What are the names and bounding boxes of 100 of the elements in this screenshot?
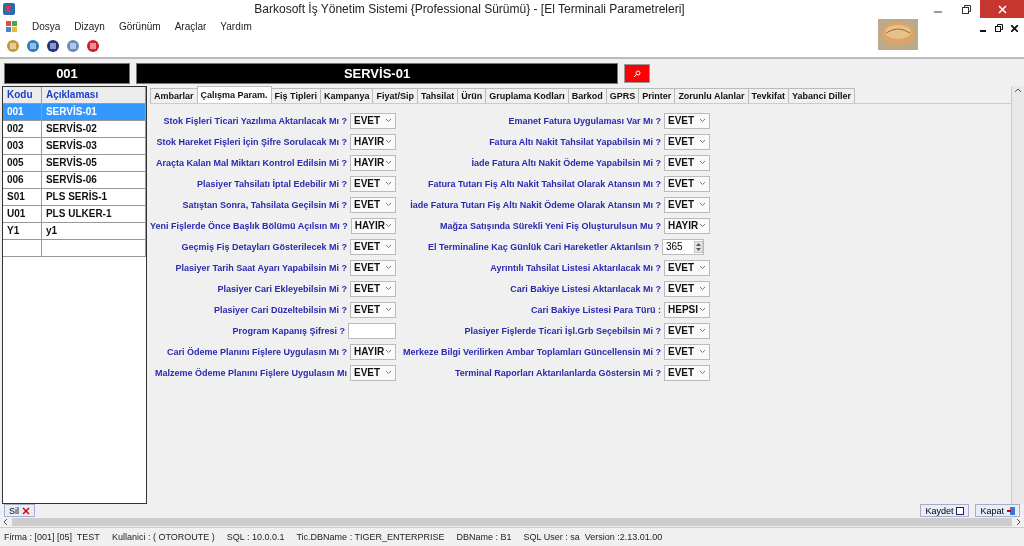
tab[interactable]: Fiyat/Sip	[372, 88, 418, 103]
chevron-down-icon	[385, 265, 392, 270]
table-cell[interactable]: y1	[41, 223, 146, 239]
tab[interactable]: Çalışma Param.	[196, 86, 272, 103]
tab[interactable]: Ambarlar	[150, 88, 198, 103]
menu-item[interactable]: Araçlar	[174, 21, 207, 32]
column-header[interactable]: Kodu	[3, 87, 42, 103]
table-cell[interactable]: Y1	[3, 223, 42, 239]
menu-item[interactable]: Dizayn	[74, 21, 105, 32]
scroll-right-icon[interactable]	[1016, 518, 1022, 526]
tab[interactable]: Kampanya	[319, 88, 374, 103]
scroll-left-icon[interactable]	[2, 518, 8, 526]
name-display: SERVİS-01	[136, 63, 618, 84]
chevron-down-icon	[699, 286, 706, 291]
parameter-label: Plasiyer Cari Ekleyebilsin Mi ?	[217, 283, 347, 294]
dropdown[interactable]: EVET	[664, 133, 710, 150]
dropdown[interactable]: HEPSI	[664, 301, 710, 318]
dropdown[interactable]: HAYIR	[350, 133, 396, 150]
chevron-down-icon	[385, 160, 392, 165]
dropdown[interactable]: HAYIR	[350, 217, 396, 234]
number-field[interactable]: 365	[662, 238, 704, 255]
parameter-label: Geçmiş Fiş Detayları Gösterilecek Mi ?	[181, 241, 347, 252]
chevron-down-icon	[385, 349, 392, 354]
app-logo-icon	[3, 3, 15, 15]
chevron-down-icon	[699, 139, 706, 144]
close-icon[interactable]	[1011, 24, 1018, 32]
dropdown[interactable]: EVET	[664, 112, 710, 129]
parameter-label: Yeni Fişlerde Önce Başlık Bölümü Açılsın Mı ?	[150, 220, 348, 231]
table-cell[interactable]: S01	[3, 189, 42, 205]
parameter-label: Cari Bakiye Listesi Para Türü :	[530, 304, 661, 315]
dropdown[interactable]: EVET	[350, 238, 396, 255]
table-cell[interactable]: 005	[3, 155, 42, 171]
table-cell[interactable]: 003	[3, 138, 42, 154]
search-button[interactable]	[624, 64, 650, 83]
parameter-label: Stok Fişleri Ticari Yazılıma Aktarılacak Mı ?	[163, 115, 347, 126]
dropdown[interactable]: EVET	[350, 112, 396, 129]
table-cell[interactable]: PLS ULKER-1	[41, 206, 146, 222]
parameter-label: Araçta Kalan Mal Miktarı Kontrol Edilsin Mi ?	[155, 157, 347, 168]
status-text: SQL : 10.0.0.1	[226, 532, 285, 542]
spinner-icon	[694, 240, 703, 253]
vertical-scrollbar[interactable]	[1011, 86, 1024, 504]
close-form-button[interactable]: Kapat	[975, 504, 1020, 517]
delete-button[interactable]: Sil	[4, 504, 35, 517]
column-header[interactable]: Açıklaması	[41, 87, 146, 103]
table-cell[interactable]: PLS SERİS-1	[41, 189, 146, 205]
dropdown[interactable]: HAYIR	[664, 217, 710, 234]
parameter-label: Satıştan Sonra, Tahsilata Geçilsin Mi ?	[182, 199, 347, 210]
app-menu-icon[interactable]	[6, 21, 18, 32]
chevron-down-icon	[385, 286, 392, 291]
menu-item[interactable]: Görünüm	[118, 21, 161, 32]
chevron-down-icon	[699, 160, 706, 165]
tab[interactable]: Gruplama Kodları	[485, 88, 569, 103]
dropdown[interactable]: EVET	[350, 364, 396, 381]
save-button[interactable]: Kaydet	[920, 504, 970, 517]
dropdown[interactable]: EVET	[350, 280, 396, 297]
status-text: DBName : B1	[456, 532, 512, 542]
dropdown[interactable]: EVET	[664, 175, 710, 192]
chevron-down-icon	[385, 202, 392, 207]
dropdown[interactable]: EVET	[350, 175, 396, 192]
table-cell[interactable]: 006	[3, 172, 42, 188]
parameter-label: Plasiyer Tarih Saat Ayarı Yapabilsin Mi ?	[175, 262, 347, 273]
dropdown[interactable]: EVET	[350, 259, 396, 276]
dropdown[interactable]: EVET	[664, 196, 710, 213]
chevron-down-icon	[385, 223, 392, 228]
table-cell[interactable]: 002	[3, 121, 42, 137]
dropdown[interactable]: EVET	[664, 322, 710, 339]
dropdown[interactable]: EVET	[664, 280, 710, 297]
tab[interactable]: Yabanci Diller	[787, 88, 855, 103]
dropdown[interactable]: HAYIR	[350, 154, 396, 171]
parameter-label: Plasiyer Tahsilatı İptal Edebilir Mi ?	[197, 178, 347, 189]
dropdown[interactable]: EVET	[664, 154, 710, 171]
table-cell[interactable]: SERVİS-05	[41, 155, 146, 171]
parameter-label: Ayrıntılı Tahsilat Listesi Aktarılacak Mı ?	[490, 262, 661, 273]
chevron-down-icon	[699, 118, 706, 123]
parameter-label: İade Fatura Tutarı Fiş Altı Nakit Ödeme Olarak Atansın Mı ?	[410, 199, 661, 210]
parameter-label: Plasiyer Fişlerde Ticari İşl.Grb Seçebilsin Mi ?	[464, 325, 661, 336]
restore-icon[interactable]	[995, 24, 1003, 32]
chevron-down-icon	[385, 139, 392, 144]
table-cell[interactable]: SERVİS-06	[41, 172, 146, 188]
menu-item[interactable]: Dosya	[32, 21, 61, 32]
menu-item[interactable]: Yardım	[220, 21, 252, 32]
scroll-up-icon[interactable]	[1014, 86, 1022, 94]
chevron-down-icon	[699, 223, 706, 228]
tab[interactable]: Fiş Tipleri	[270, 88, 321, 103]
dropdown[interactable]: EVET	[350, 301, 396, 318]
dropdown[interactable]: EVET	[350, 196, 396, 213]
dropdown[interactable]: HAYIR	[350, 343, 396, 360]
parameter-label: Cari Bakiye Listesi Aktarılacak Mı ?	[510, 283, 661, 294]
dropdown[interactable]: EVET	[664, 259, 710, 276]
chevron-down-icon	[385, 118, 392, 123]
password-field[interactable]	[348, 322, 396, 339]
code-display: 001	[4, 63, 130, 84]
dropdown[interactable]: EVET	[664, 343, 710, 360]
chevron-down-icon	[385, 244, 392, 249]
table-cell[interactable]: SERVİS-02	[41, 121, 146, 137]
parameter-label: Plasiyer Cari Düzeltebilsin Mi ?	[213, 304, 347, 315]
dropdown[interactable]: EVET	[664, 364, 710, 381]
chevron-down-icon	[385, 307, 392, 312]
table-cell[interactable]: U01	[3, 206, 42, 222]
table-cell[interactable]: SERVİS-03	[41, 138, 146, 154]
